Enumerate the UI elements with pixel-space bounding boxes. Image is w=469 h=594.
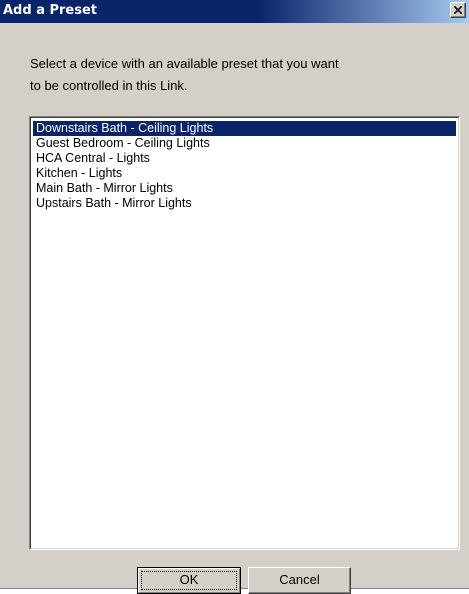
cancel-button-label: Cancel: [279, 572, 320, 587]
add-preset-dialog: Add a Preset Select a device with an ava…: [0, 0, 469, 594]
cancel-button[interactable]: Cancel: [248, 567, 351, 594]
ok-button[interactable]: OK: [137, 567, 241, 594]
ok-button-label: OK: [179, 572, 199, 587]
list-item[interactable]: Guest Bedroom - Ceiling Lights: [33, 136, 456, 151]
close-x-icon: [454, 6, 462, 14]
device-listbox[interactable]: Downstairs Bath - Ceiling Lights Guest B…: [29, 116, 460, 550]
instruction-text: Select a device with an available preset…: [30, 56, 339, 93]
list-item[interactable]: Main Bath - Mirror Lights: [33, 181, 456, 196]
list-item[interactable]: Kitchen - Lights: [33, 166, 456, 181]
list-item[interactable]: HCA Central - Lights: [33, 151, 456, 166]
dialog-title: Add a Preset: [3, 3, 98, 18]
close-button[interactable]: [450, 2, 466, 18]
list-item[interactable]: Downstairs Bath - Ceiling Lights: [33, 121, 456, 136]
device-list: Downstairs Bath - Ceiling Lights Guest B…: [30, 117, 459, 549]
title-bar[interactable]: Add a Preset: [0, 0, 469, 23]
list-item[interactable]: Upstairs Bath - Mirror Lights: [33, 196, 456, 211]
